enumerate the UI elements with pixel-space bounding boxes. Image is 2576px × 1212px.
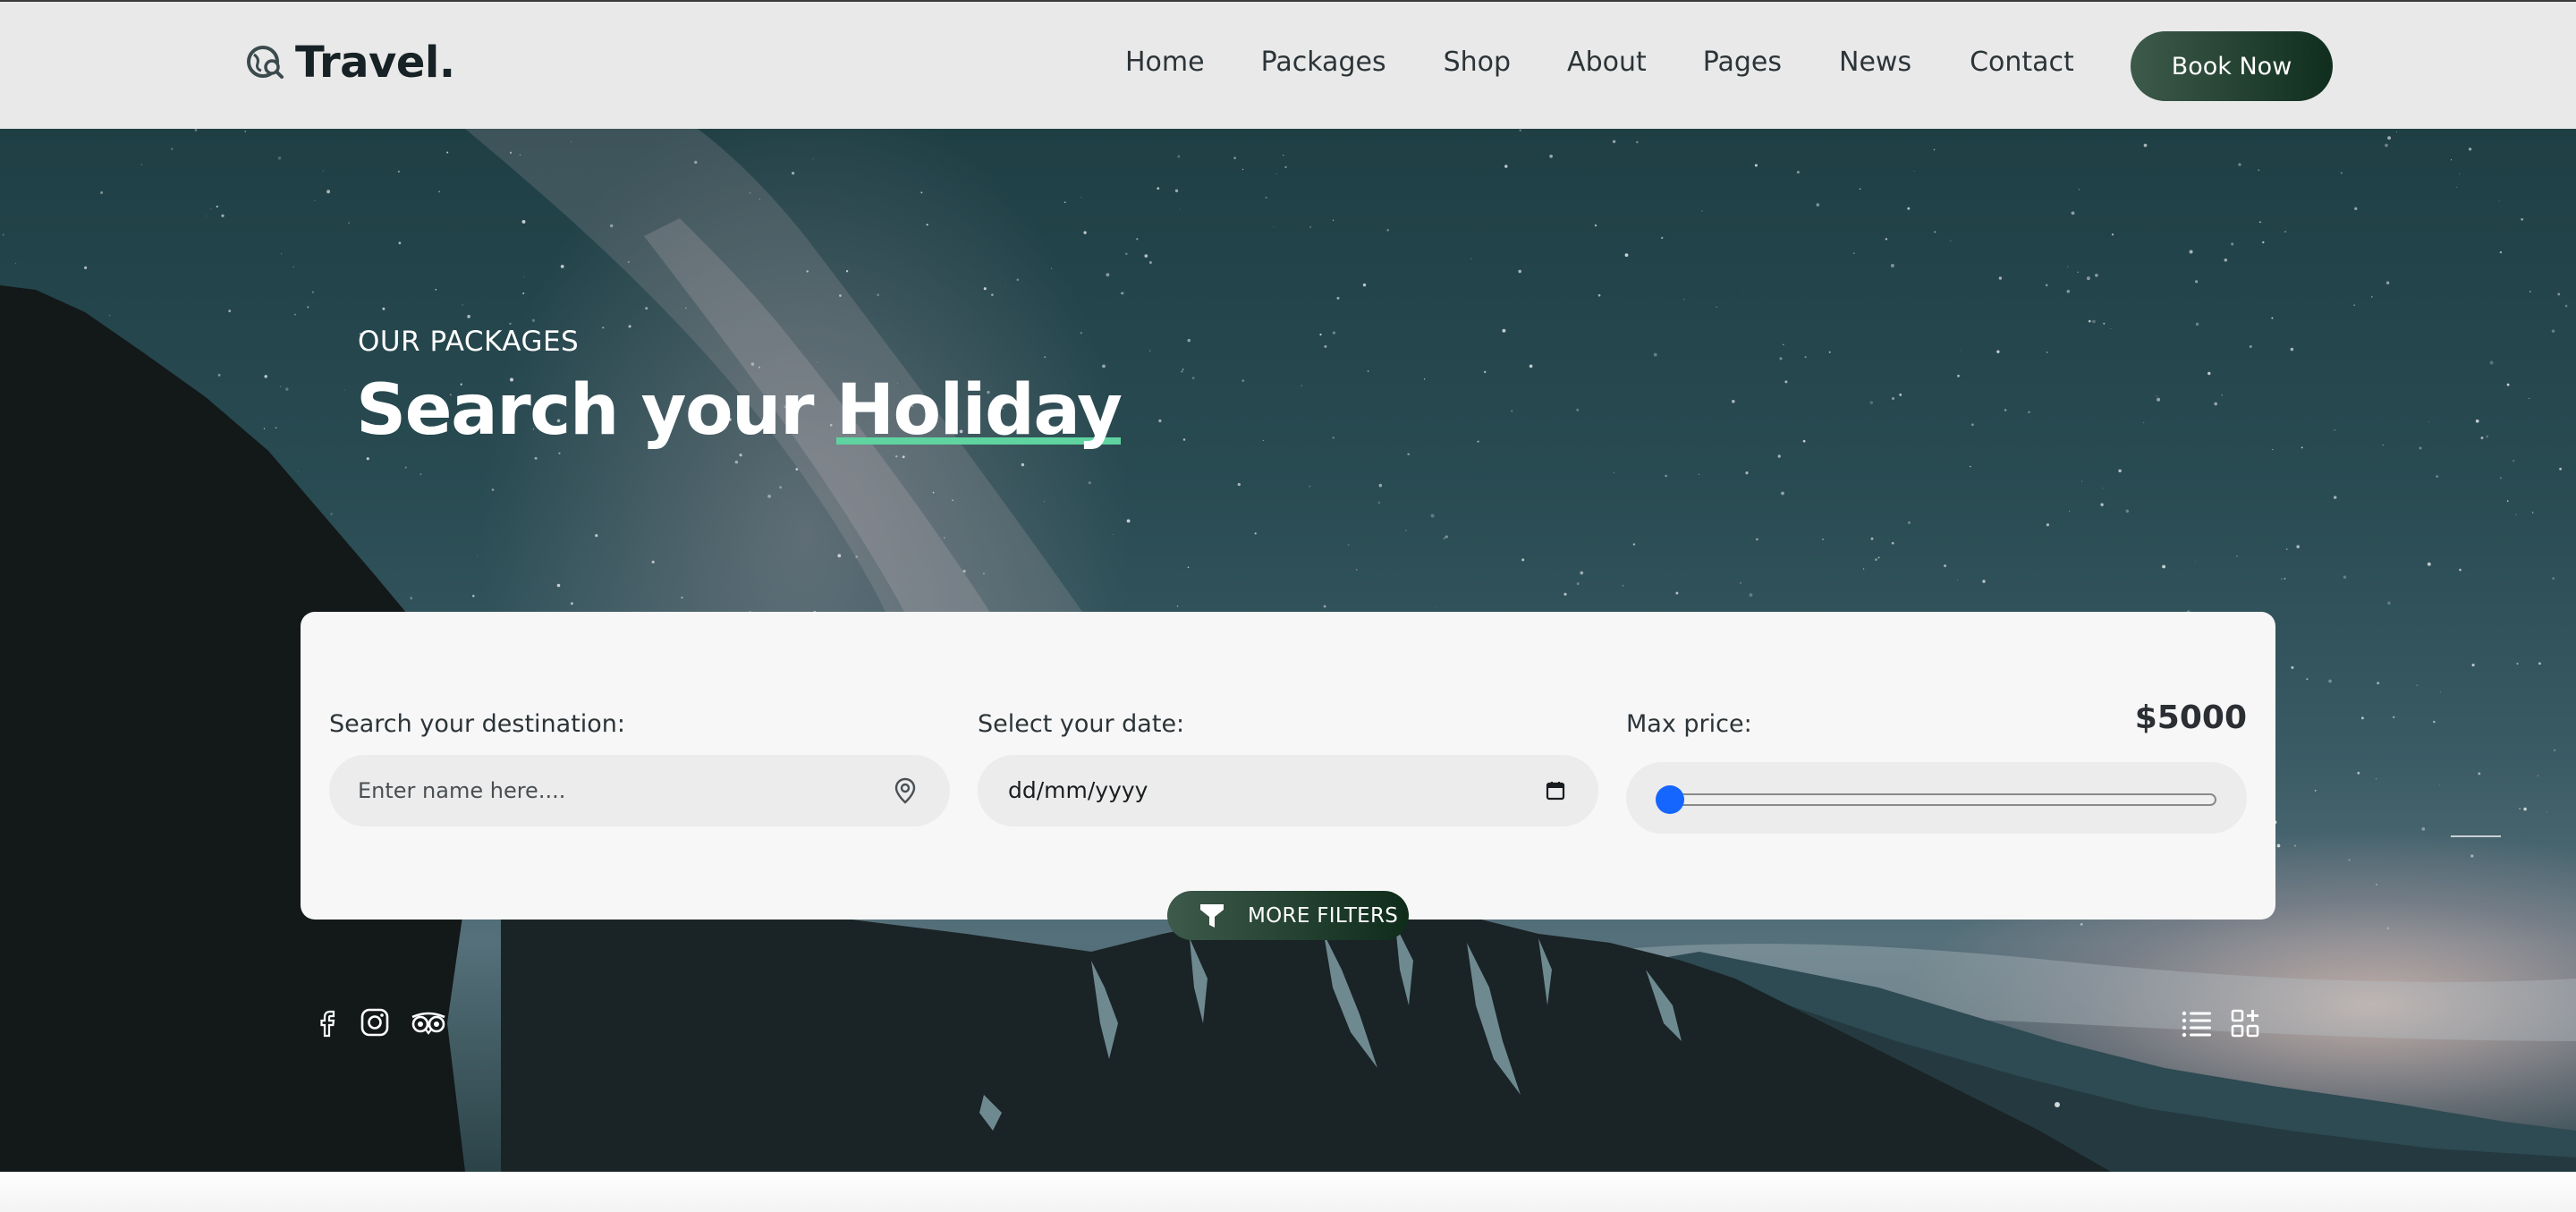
nav-pages[interactable]: Pages xyxy=(1703,47,1782,78)
nav-about[interactable]: About xyxy=(1567,47,1647,78)
list-view-icon[interactable] xyxy=(2181,1009,2213,1038)
site-header: Travel. Home Packages Shop About Pages N… xyxy=(0,0,2576,129)
date-label: Select your date: xyxy=(978,710,1185,738)
search-card: Search your destination: Select your dat… xyxy=(301,612,2275,920)
more-filters-label: MORE FILTERS xyxy=(1248,903,1399,928)
brand-logo[interactable]: Travel. xyxy=(245,38,455,88)
nav-packages[interactable]: Packages xyxy=(1261,47,1386,78)
grid-view-icon[interactable] xyxy=(2231,1009,2259,1038)
brand-name: Travel. xyxy=(295,38,455,88)
hero-title-text: Search your xyxy=(356,370,836,451)
tripadvisor-icon[interactable] xyxy=(410,1006,447,1038)
globe-search-icon xyxy=(247,46,284,79)
map-pin-icon xyxy=(894,777,916,804)
date-field[interactable]: dd/mm/yyyy xyxy=(978,755,1598,826)
price-slider-track[interactable] xyxy=(1662,793,2216,806)
date-input[interactable]: dd/mm/yyyy xyxy=(1008,777,1148,803)
price-slider-thumb[interactable] xyxy=(1656,785,1684,814)
facebook-icon[interactable] xyxy=(313,1006,342,1038)
max-price-value: $5000 xyxy=(2134,699,2247,736)
nav-news[interactable]: News xyxy=(1839,47,1911,78)
main-nav: Home Packages Shop About Pages News Cont… xyxy=(1125,47,2074,78)
view-toggles xyxy=(2181,1009,2259,1038)
more-filters-button[interactable]: MORE FILTERS xyxy=(1167,891,1409,940)
funnel-icon xyxy=(1200,903,1224,928)
destination-field[interactable] xyxy=(329,755,950,826)
content-section-top xyxy=(0,1172,2576,1212)
nav-contact[interactable]: Contact xyxy=(1970,47,2074,78)
nav-home[interactable]: Home xyxy=(1125,47,1205,78)
hero-title: Search your Holiday xyxy=(356,370,1123,451)
social-links xyxy=(313,1006,447,1038)
max-price-label: Max price: xyxy=(1626,710,1752,738)
nav-shop[interactable]: Shop xyxy=(1444,47,1511,78)
destination-input[interactable] xyxy=(358,755,859,826)
book-now-button[interactable]: Book Now xyxy=(2131,31,2333,101)
instagram-icon[interactable] xyxy=(360,1006,390,1038)
price-slider-field xyxy=(1626,762,2247,834)
hero-eyebrow: OUR PACKAGES xyxy=(358,326,580,358)
destination-label: Search your destination: xyxy=(329,710,626,738)
hero-title-accent: Holiday xyxy=(835,370,1123,451)
calendar-icon[interactable] xyxy=(1545,780,1566,801)
